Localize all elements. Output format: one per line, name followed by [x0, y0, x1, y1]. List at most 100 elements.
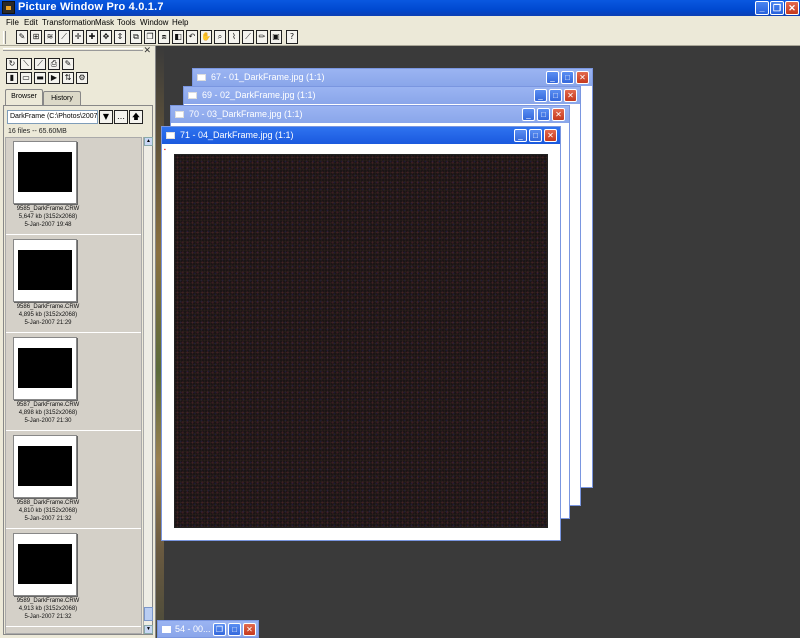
browse-button[interactable]: … — [114, 110, 128, 124]
close-icon[interactable]: ✕ — [576, 71, 589, 84]
eyedropper-icon[interactable]: ⟋ — [34, 58, 46, 70]
minimize-icon[interactable]: _ — [546, 71, 559, 84]
window-icon — [166, 132, 175, 139]
close-icon[interactable]: ✕ — [243, 623, 256, 636]
window-title-bar[interactable]: 67 - 01_DarkFrame.jpg (1:1) _ □ ✕ — [193, 69, 592, 86]
folder-select[interactable]: DarkFrame (C:\Photos\2007 — [7, 110, 98, 124]
tab-history[interactable]: History — [43, 91, 81, 105]
undo-icon[interactable]: ↶ — [186, 30, 198, 44]
minimize-icon[interactable]: _ — [522, 108, 535, 121]
up-folder-icon[interactable]: 🡅 — [129, 110, 143, 124]
panel-grip[interactable] — [3, 48, 143, 51]
play-icon[interactable]: ▶ — [48, 72, 60, 84]
list-item[interactable]: 9588_DarkFrame.CRW 4,810 kb (3152x2068) 5-… — [6, 432, 141, 529]
thumbnail[interactable] — [13, 141, 77, 204]
camera-icon[interactable]: ▣ — [270, 30, 282, 44]
file-size: 4,810 kb (3152x2068) — [18, 508, 78, 514]
thumbnail[interactable] — [13, 435, 77, 498]
rotate-icon[interactable]: ↻ — [6, 58, 18, 70]
scroll-thumb[interactable] — [144, 607, 153, 621]
list-item[interactable]: 9589_DarkFrame.CRW 4,913 kb (3152x2068) 5-… — [6, 530, 141, 627]
maximize-icon[interactable]: □ — [537, 108, 550, 121]
wave-icon[interactable]: ≋ — [44, 30, 56, 44]
thumbnail[interactable] — [13, 533, 77, 596]
lasso-icon[interactable]: ⌇ — [228, 30, 240, 44]
window-icon — [188, 92, 197, 99]
close-button[interactable]: ✕ — [785, 1, 799, 15]
menu-tools[interactable]: Tools — [117, 16, 136, 29]
print-icon[interactable]: ⎙ — [48, 58, 60, 70]
window-title-bar[interactable]: 69 - 02_DarkFrame.jpg (1:1) _ □ ✕ — [184, 87, 580, 104]
app-title-bar[interactable]: Picture Window Pro 4.0.1.7 _ ❐ ✕ — [0, 0, 800, 16]
line-icon[interactable]: ⟋ — [242, 30, 254, 44]
panel-close-icon[interactable]: ✕ — [143, 46, 151, 55]
grid-icon[interactable]: ⊞ — [30, 30, 42, 44]
maximize-icon[interactable]: □ — [561, 71, 574, 84]
help-icon[interactable]: ? — [286, 30, 298, 44]
thumbnail-image — [18, 348, 72, 388]
restore-icon[interactable]: ❐ — [213, 623, 226, 636]
minimize-icon[interactable]: _ — [534, 89, 547, 102]
layers-icon[interactable]: ⧉ — [130, 30, 142, 44]
browser-panel: ✕ ↻ ⟍ ⟋ ⎙ ✎ ▮ ▭ ▬ ▶ ⇅ ⚙ Browser History … — [0, 46, 156, 638]
close-icon[interactable]: ✕ — [544, 129, 557, 142]
file-list-scrollbar[interactable]: ▲ ▼ — [143, 137, 153, 634]
scroll-down-icon[interactable]: ▼ — [144, 625, 153, 634]
app-logo-icon[interactable] — [2, 1, 15, 14]
close-icon[interactable]: ✕ — [564, 89, 577, 102]
menu-file[interactable]: File — [6, 16, 19, 29]
sort-icon[interactable]: ⇅ — [62, 72, 74, 84]
maximize-icon[interactable]: □ — [529, 129, 542, 142]
toolbar-grip[interactable] — [3, 31, 6, 44]
window-title-bar[interactable]: 71 - 04_DarkFrame.jpg (1:1) _ □ ✕ — [162, 127, 560, 144]
window-title-bar[interactable]: 70 - 03_DarkFrame.jpg (1:1) _ □ ✕ — [171, 106, 569, 123]
copy-icon[interactable]: ❐ — [144, 30, 156, 44]
scroll-up-icon[interactable]: ▲ — [144, 137, 153, 146]
pencil-icon[interactable]: ✏ — [256, 30, 268, 44]
list-item[interactable]: 9586_DarkFrame.CRW 4,895 kb (3152x2068) 5-… — [6, 236, 141, 333]
maximize-icon[interactable]: □ — [228, 623, 241, 636]
file-name: 9588_DarkFrame.CRW — [16, 500, 80, 506]
browser-tabs: Browser History — [3, 89, 153, 105]
minimize-button[interactable]: _ — [755, 1, 769, 15]
plus-icon[interactable]: ✚ — [86, 30, 98, 44]
minimize-icon[interactable]: _ — [514, 129, 527, 142]
close-icon[interactable]: ✕ — [552, 108, 565, 121]
list-item[interactable]: 9587_DarkFrame.CRW 4,898 kb (3152x2068) 5-… — [6, 334, 141, 431]
tag-icon[interactable]: ▬ — [34, 72, 46, 84]
window-title: 69 - 02_DarkFrame.jpg (1:1) — [202, 90, 316, 100]
folder-icon[interactable]: ▭ — [20, 72, 32, 84]
pen-icon[interactable]: ✎ — [62, 58, 74, 70]
menu-help[interactable]: Help — [172, 16, 188, 29]
file-size: 4,898 kb (3152x2068) — [18, 410, 78, 416]
restore-button[interactable]: ❐ — [770, 1, 784, 15]
menu-window[interactable]: Window — [140, 16, 168, 29]
pen-icon[interactable]: ✎ — [16, 30, 28, 44]
list-item[interactable]: 9585_DarkFrame.CRW 5,647 kb (3152x2068) 5-… — [6, 138, 141, 235]
menu-transformation[interactable]: Transformation — [42, 16, 96, 29]
thumbnail[interactable] — [13, 337, 77, 400]
fit-icon[interactable]: ✥ — [100, 30, 112, 44]
dark-frame-image[interactable] — [174, 154, 548, 528]
options-icon[interactable]: ⚙ — [76, 72, 88, 84]
file-date: 5-Jan-2007 21:32 — [24, 516, 72, 522]
chevron-down-icon[interactable]: ▼ — [99, 110, 113, 124]
hand-icon[interactable]: ✋ — [200, 30, 212, 44]
thumbnail[interactable] — [13, 239, 77, 302]
rotate-icon[interactable]: ◧ — [172, 30, 184, 44]
menu-bar: File Edit Transformation Mask Tools Wind… — [0, 16, 800, 29]
cursor-icon[interactable]: ✛ — [72, 30, 84, 44]
delete-icon[interactable]: ▮ — [6, 72, 18, 84]
wand-icon[interactable]: ⟍ — [20, 58, 32, 70]
menu-mask[interactable]: Mask — [95, 16, 114, 29]
file-list[interactable]: 9585_DarkFrame.CRW 5,647 kb (3152x2068) 5-… — [5, 137, 142, 634]
thumbnail-image — [18, 446, 72, 486]
maximize-icon[interactable]: □ — [549, 89, 562, 102]
stack-icon[interactable]: ⧈ — [158, 30, 170, 44]
tab-browser[interactable]: Browser — [5, 89, 43, 105]
menu-edit[interactable]: Edit — [24, 16, 38, 29]
minimized-window[interactable]: 54 - 00... ❐ □ ✕ — [157, 620, 259, 638]
zoom-icon[interactable]: ⌕ — [214, 30, 226, 44]
range-icon[interactable]: ⇕ — [114, 30, 126, 44]
brush-icon[interactable]: ⟋ — [58, 30, 70, 44]
